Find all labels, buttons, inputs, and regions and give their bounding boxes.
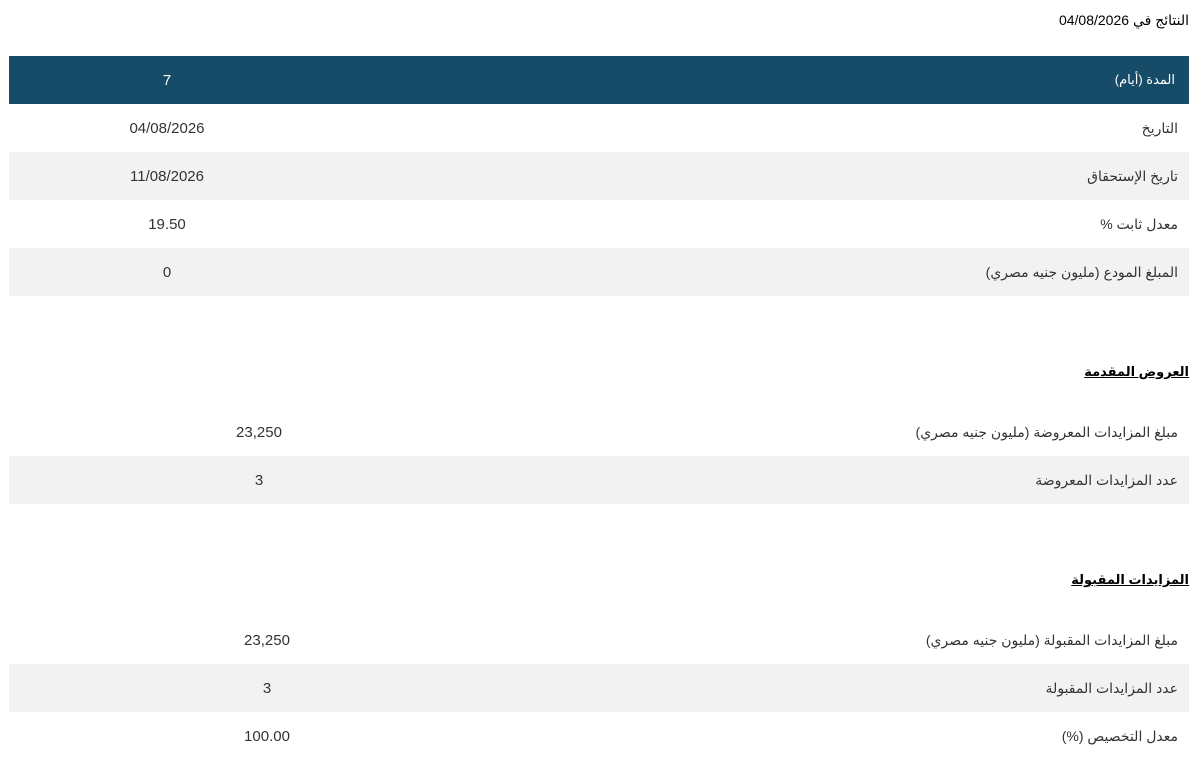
results-date-value: 04/08/2026 (1058, 12, 1130, 28)
date-label: التاريخ (1141, 119, 1178, 136)
table-row: التاريخ 04/08/2026 (9, 104, 1189, 152)
offered-bids-table: مبلغ المزايدات المعروضة (مليون جنيه مصري… (9, 408, 1189, 504)
maturity-date-label: تاريخ الإستحقاق (325, 152, 1189, 200)
date-value: 04/08/2026 (129, 119, 205, 137)
accepted-count-label: عدد المزايدات المقبولة (525, 664, 1189, 712)
table-row: تاريخ الإستحقاق 11/08/2026 (9, 152, 1189, 200)
table-row: معدل ثابت % 19.50 (9, 200, 1189, 248)
offered-count-label: عدد المزايدات المعروضة (509, 456, 1189, 504)
table-row: معدل التخصيص (%) 100.00 (9, 712, 1189, 760)
accepted-bids-title: المزايدات المقبولة (1071, 572, 1189, 587)
accepted-amount-value: 23,250 (244, 631, 290, 649)
results-page: النتائج في 04/08/2026 المدة (أيام) 7 الت… (9, 0, 1189, 760)
table-row: عدد المزايدات المقبولة 3 (9, 664, 1189, 712)
offered-amount-value: 23,250 (236, 423, 282, 441)
table-row: المبلغ المودع (مليون جنيه مصري) 0 (9, 248, 1189, 296)
duration-label: المدة (أيام) (325, 56, 1189, 104)
results-date-prefix: النتائج في (1132, 12, 1189, 28)
table-row: مبلغ المزايدات المعروضة (مليون جنيه مصري… (9, 408, 1189, 456)
offered-amount-label: مبلغ المزايدات المعروضة (مليون جنيه مصري… (915, 423, 1178, 440)
summary-table: المدة (أيام) 7 التاريخ 04/08/2026 تاريخ … (9, 56, 1189, 296)
offered-bids-title: العروض المقدمة (1084, 364, 1189, 379)
allocation-rate-label: معدل التخصيص (%) (1061, 727, 1178, 744)
duration-value: 7 (9, 56, 325, 104)
results-date-heading: النتائج في 04/08/2026 (9, 0, 1189, 40)
allocation-rate-value: 100.00 (244, 727, 290, 745)
table-row: مبلغ المزايدات المقبولة (مليون جنيه مصري… (9, 616, 1189, 664)
accepted-count-value: 3 (9, 664, 525, 712)
accepted-bids-table: مبلغ المزايدات المقبولة (مليون جنيه مصري… (9, 616, 1189, 760)
deposited-amount-label: المبلغ المودع (مليون جنيه مصري) (325, 248, 1189, 296)
deposited-amount-value: 0 (9, 248, 325, 296)
offered-count-value: 3 (9, 456, 509, 504)
duration-row: المدة (أيام) 7 (9, 56, 1189, 104)
accepted-amount-label: مبلغ المزايدات المقبولة (مليون جنيه مصري… (925, 631, 1178, 648)
maturity-date-value: 11/08/2026 (9, 152, 325, 200)
fixed-rate-value: 19.50 (148, 215, 186, 233)
fixed-rate-label: معدل ثابت % (1100, 215, 1178, 232)
table-row: عدد المزايدات المعروضة 3 (9, 456, 1189, 504)
